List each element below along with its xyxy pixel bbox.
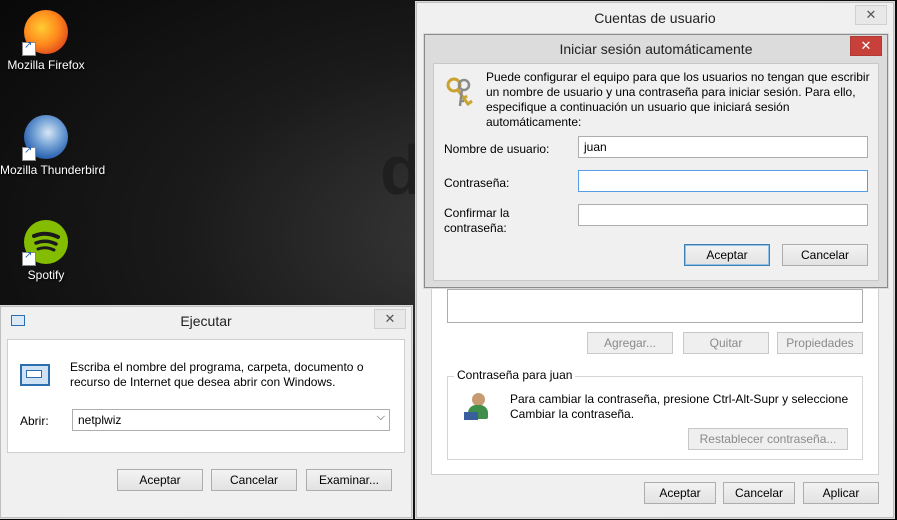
user-accounts-ok-button[interactable]: Aceptar bbox=[644, 482, 716, 504]
autologon-close-button[interactable]: ✕ bbox=[850, 36, 882, 56]
password-label: Contraseña: bbox=[444, 176, 510, 190]
run-ok-button[interactable]: Aceptar bbox=[117, 469, 203, 491]
run-open-value: netplwiz bbox=[78, 413, 122, 427]
user-keyboard-icon bbox=[464, 393, 492, 423]
run-browse-button[interactable]: Examinar... bbox=[306, 469, 392, 491]
desktop-icon-thunderbird[interactable]: Mozilla Thunderbird bbox=[0, 115, 106, 177]
password-group-legend: Contraseña para juan bbox=[454, 368, 576, 382]
run-open-label: Abrir: bbox=[20, 414, 49, 428]
autologon-description: Puede configurar el equipo para que los … bbox=[486, 70, 870, 129]
user-accounts-cancel-button[interactable]: Cancelar bbox=[723, 482, 795, 504]
user-accounts-close-button[interactable]: ✕ bbox=[855, 5, 887, 25]
shortcut-arrow-icon bbox=[22, 40, 36, 56]
autologon-dialog: Iniciar sesión automáticamente ✕ Puede c… bbox=[424, 34, 888, 288]
add-user-button[interactable]: Agregar... bbox=[587, 332, 673, 354]
user-accounts-titlebar[interactable]: Cuentas de usuario ✕ bbox=[417, 3, 893, 31]
autologon-ok-button[interactable]: Aceptar bbox=[684, 244, 770, 266]
password-input[interactable] bbox=[578, 170, 868, 192]
username-value: juan bbox=[584, 140, 607, 154]
run-description: Escriba el nombre del programa, carpeta,… bbox=[70, 360, 364, 389]
reset-password-button[interactable]: Restablecer contraseña... bbox=[688, 428, 848, 450]
desktop-icon-firefox[interactable]: Mozilla Firefox bbox=[0, 10, 92, 72]
password-groupbox: Contraseña para juan Para cambiar la con… bbox=[447, 368, 863, 460]
username-input[interactable]: juan bbox=[578, 136, 868, 158]
autologon-cancel-button[interactable]: Cancelar bbox=[782, 244, 868, 266]
firefox-icon bbox=[22, 10, 68, 56]
run-title: Ejecutar bbox=[180, 313, 232, 329]
autologon-title: Iniciar sesión automáticamente bbox=[559, 41, 753, 57]
autologon-body: Puede configurar el equipo para que los … bbox=[433, 63, 879, 281]
keys-icon bbox=[444, 76, 478, 110]
run-close-button[interactable]: ✕ bbox=[374, 309, 406, 329]
desktop-icon-label: Spotify bbox=[27, 268, 65, 282]
user-list[interactable] bbox=[447, 289, 863, 323]
desktop-icon-label: Mozilla Firefox bbox=[7, 58, 85, 72]
spotify-icon bbox=[22, 220, 68, 266]
password-group-text: Para cambiar la contraseña, presione Ctr… bbox=[510, 392, 849, 421]
username-label: Nombre de usuario: bbox=[444, 142, 550, 156]
remove-user-button[interactable]: Quitar bbox=[683, 332, 769, 354]
confirm-password-input[interactable] bbox=[578, 204, 868, 226]
run-program-icon bbox=[20, 364, 50, 386]
shortcut-arrow-icon bbox=[22, 145, 36, 161]
run-open-input[interactable]: netplwiz ⌵ bbox=[72, 409, 390, 431]
desktop-icon-spotify[interactable]: Spotify bbox=[0, 220, 92, 282]
shortcut-arrow-icon bbox=[22, 250, 36, 266]
run-titlebar[interactable]: Ejecutar ✕ bbox=[1, 307, 411, 335]
user-accounts-title: Cuentas de usuario bbox=[594, 10, 716, 26]
thunderbird-icon bbox=[22, 115, 68, 161]
confirm-password-label: Confirmar la contraseña: bbox=[444, 206, 510, 235]
run-dialog: Ejecutar ✕ Escriba el nombre del program… bbox=[0, 306, 412, 518]
user-properties-button[interactable]: Propiedades bbox=[777, 332, 863, 354]
chevron-down-icon[interactable]: ⌵ bbox=[377, 411, 385, 424]
run-body: Escriba el nombre del programa, carpeta,… bbox=[7, 339, 405, 453]
run-cancel-button[interactable]: Cancelar bbox=[211, 469, 297, 491]
autologon-titlebar[interactable]: Iniciar sesión automáticamente ✕ bbox=[425, 35, 887, 61]
user-accounts-apply-button[interactable]: Aplicar bbox=[803, 482, 879, 504]
desktop-icon-label: Mozilla Thunderbird bbox=[0, 163, 106, 177]
